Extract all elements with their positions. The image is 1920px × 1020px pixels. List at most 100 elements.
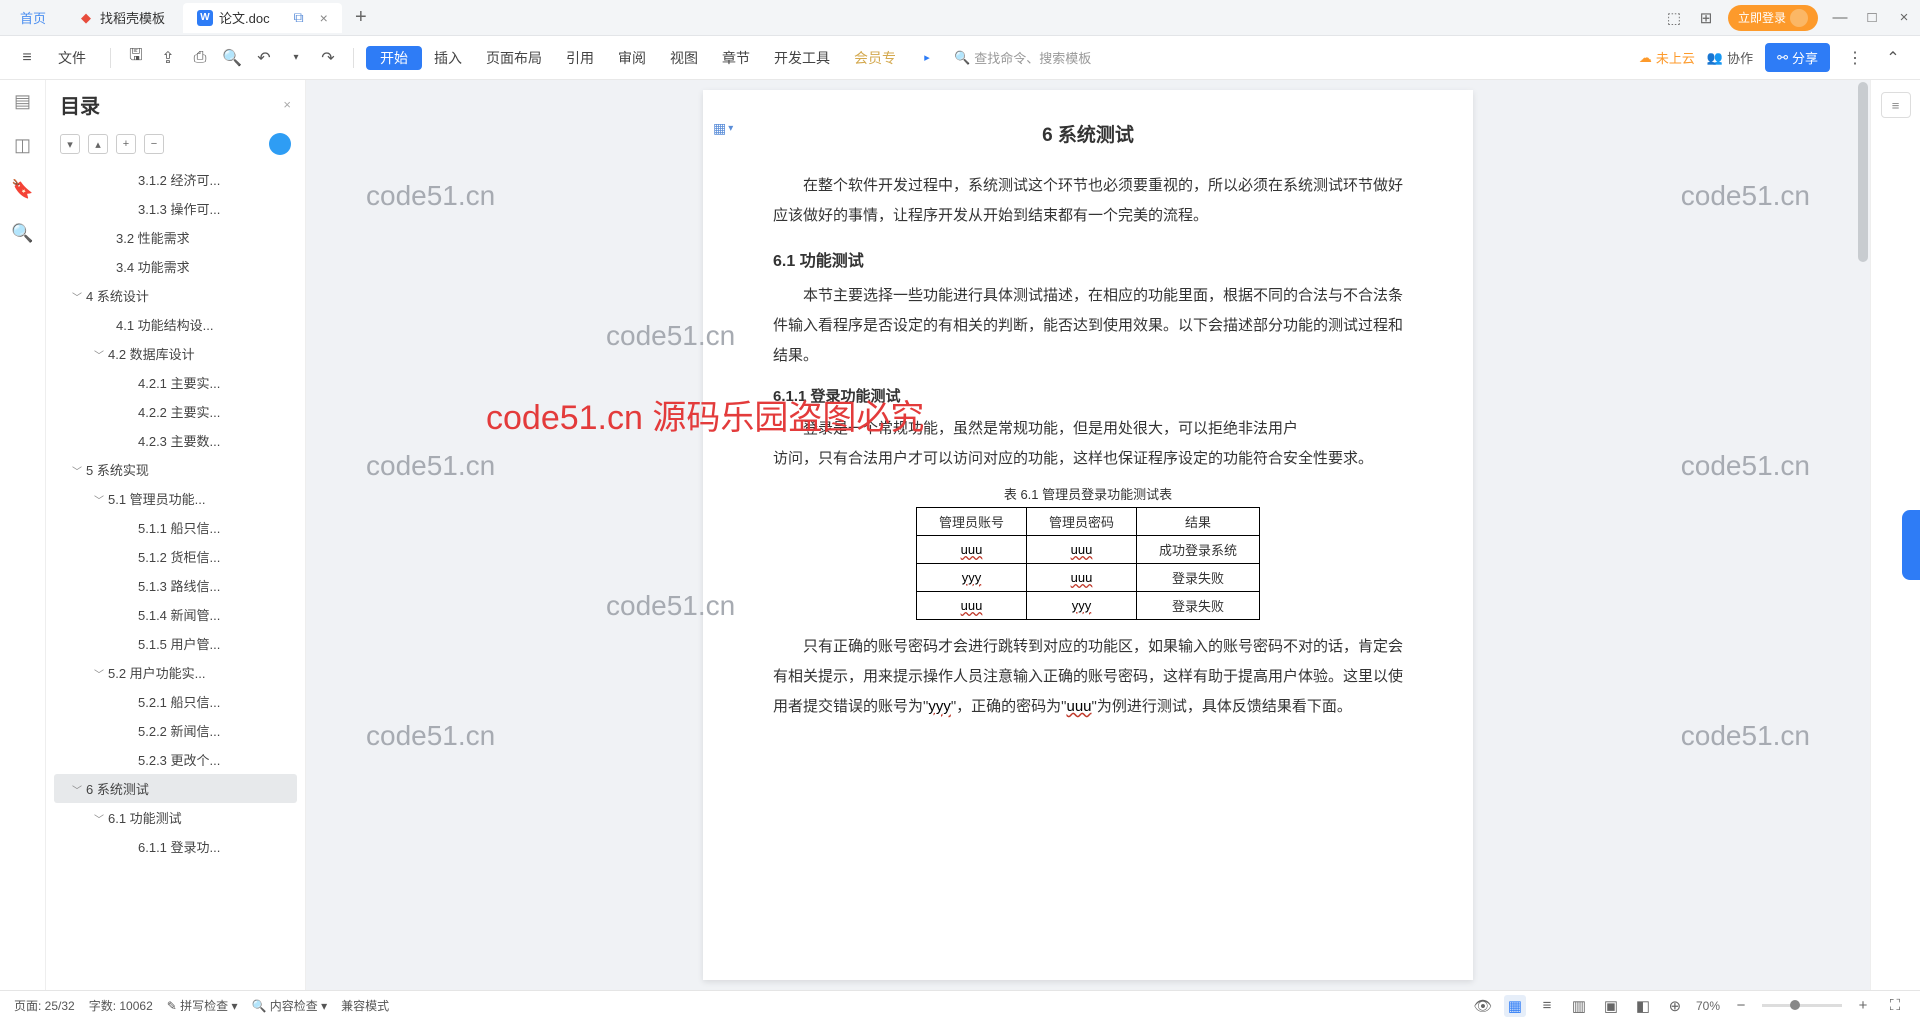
menu-章节[interactable]: 章节 [710, 50, 762, 66]
zoom-out-icon[interactable]: − [1730, 995, 1752, 1017]
tree-item[interactable]: 5.1.4 新闻管... [54, 600, 297, 629]
panel-toggle-icon[interactable]: ≡ [1881, 92, 1911, 118]
preview-icon[interactable]: 🔍 [219, 45, 245, 71]
minimize-icon[interactable]: — [1830, 8, 1850, 28]
tree-item[interactable]: 4.2.1 主要实... [54, 368, 297, 397]
close-window-icon[interactable]: × [1894, 8, 1914, 28]
collab-button[interactable]: 👥协作 [1707, 48, 1753, 67]
file-menu[interactable]: 文件 [46, 48, 98, 68]
add-tab-button[interactable]: + [346, 6, 376, 29]
tree-item[interactable]: ﹀4.2 数据库设计 [54, 339, 297, 368]
expand-icon[interactable]: ⌃ [1880, 45, 1906, 71]
tree-item[interactable]: 6.1.1 登录功... [54, 832, 297, 861]
menu-icon[interactable]: ≡ [14, 45, 40, 71]
fullscreen-icon[interactable]: ⛶ [1884, 995, 1906, 1017]
tab-template[interactable]: ◆ 找稻壳模板 [64, 3, 179, 33]
tree-item[interactable]: ﹀5.1 管理员功能... [54, 484, 297, 513]
cloud-button[interactable]: ☁未上云 [1639, 48, 1695, 67]
tree-item[interactable]: 5.2.2 新闻信... [54, 716, 297, 745]
undo-icon[interactable]: ↶ [251, 45, 277, 71]
ai-icon[interactable] [269, 133, 291, 155]
object-icon[interactable]: ◫ [12, 134, 34, 156]
apps-icon[interactable]: ⊞ [1696, 8, 1716, 28]
more-menu-icon[interactable]: ▸ [914, 45, 940, 71]
view-print-icon[interactable]: ◧ [1632, 995, 1654, 1017]
test-table: 管理员账号管理员密码结果uuuuuu成功登录系统yyyuuu登录失败uuuyyy… [916, 507, 1260, 620]
document-area[interactable]: code51.cn code51.cn code51.cn code51.cn … [306, 80, 1870, 990]
tree-item[interactable]: 5.2.1 船只信... [54, 687, 297, 716]
more-icon[interactable]: ⋮ [1842, 45, 1868, 71]
menu-开发工具[interactable]: 开发工具 [762, 50, 842, 66]
tab-document[interactable]: W 论文.doc ⧉ × [183, 3, 342, 33]
export-icon[interactable]: ⇪ [155, 45, 181, 71]
outline-panel: 目录 × ▾ ▴ + − 3.1.2 经济可...3.1.3 操作可...3.2… [46, 80, 306, 990]
spellcheck-button[interactable]: ✎ 拼写检查 ▾ [167, 997, 238, 1014]
undo-dropdown-icon[interactable]: ▾ [283, 45, 309, 71]
view-page-icon[interactable]: ▦ [1504, 995, 1526, 1017]
compat-mode[interactable]: 兼容模式 [341, 997, 389, 1014]
collab-icon: 👥 [1707, 50, 1723, 66]
menu-会员专[interactable]: 会员专 [842, 50, 908, 66]
tree-item[interactable]: 4.2.3 主要数... [54, 426, 297, 455]
view-outline-icon[interactable]: ≡ [1536, 995, 1558, 1017]
remove-heading-icon[interactable]: − [144, 134, 164, 154]
tree-item[interactable]: 4.1 功能结构设... [54, 310, 297, 339]
eye-icon[interactable]: 👁 [1472, 995, 1494, 1017]
zoom-slider[interactable] [1762, 1004, 1842, 1007]
collapse-all-icon[interactable]: ▾ [60, 134, 80, 154]
tree-item[interactable]: ﹀5 系统实现 [54, 455, 297, 484]
tree-item[interactable]: 5.2.3 更改个... [54, 745, 297, 774]
close-outline-icon[interactable]: × [283, 97, 291, 112]
tree-item[interactable]: 3.4 功能需求 [54, 252, 297, 281]
share-button[interactable]: ⚯分享 [1765, 43, 1830, 72]
menu-视图[interactable]: 视图 [658, 50, 710, 66]
outline-icon[interactable]: ▤ [12, 90, 34, 112]
add-heading-icon[interactable]: + [116, 134, 136, 154]
maximize-icon[interactable]: □ [1862, 8, 1882, 28]
tree-item[interactable]: ﹀6 系统测试 [54, 774, 297, 803]
layout-icon[interactable]: ⬚ [1664, 8, 1684, 28]
tab-home[interactable]: 首页 [6, 3, 60, 33]
tree-item[interactable]: 5.1.5 用户管... [54, 629, 297, 658]
print-icon[interactable]: ⎙ [187, 45, 213, 71]
menu-审阅[interactable]: 审阅 [606, 50, 658, 66]
page-action-icon[interactable]: ▦ ▾ [713, 120, 733, 137]
tree-item[interactable]: 3.1.3 操作可... [54, 194, 297, 223]
login-button[interactable]: 立即登录 [1728, 5, 1818, 31]
content-check-button[interactable]: 🔍 内容检查 ▾ [252, 997, 328, 1014]
tree-item[interactable]: 5.1.2 货柜信... [54, 542, 297, 571]
menu-引用[interactable]: 引用 [554, 50, 606, 66]
view-web-icon[interactable]: ▥ [1568, 995, 1590, 1017]
scrollbar[interactable] [1856, 80, 1870, 990]
tree-item[interactable]: 5.1.3 路线信... [54, 571, 297, 600]
save-icon[interactable]: 🖫 [123, 45, 149, 71]
redo-icon[interactable]: ↷ [315, 45, 341, 71]
tree-item[interactable]: ﹀6.1 功能测试 [54, 803, 297, 832]
tree-item[interactable]: 3.2 性能需求 [54, 223, 297, 252]
menu-开始[interactable]: 开始 [366, 46, 422, 70]
search-box[interactable]: 🔍 查找命令、搜索模板 [954, 48, 1091, 67]
expand-all-icon[interactable]: ▴ [88, 134, 108, 154]
tree-item[interactable]: 5.1.1 船只信... [54, 513, 297, 542]
menu-插入[interactable]: 插入 [422, 50, 474, 66]
tree-item[interactable]: ﹀5.2 用户功能实... [54, 658, 297, 687]
paragraph: 本节主要选择一些功能进行具体测试描述，在相应的功能里面，根据不同的合法与不合法条… [773, 281, 1403, 371]
tree-item[interactable]: 4.2.2 主要实... [54, 397, 297, 426]
menu-页面布局[interactable]: 页面布局 [474, 50, 554, 66]
page-indicator[interactable]: 页面: 25/32 [14, 997, 75, 1014]
zoom-in-icon[interactable]: + [1852, 995, 1874, 1017]
tree-item[interactable]: 3.1.2 经济可... [54, 165, 297, 194]
zoom-level[interactable]: 70% [1696, 995, 1720, 1017]
zoom-fit-icon[interactable]: ⊕ [1664, 995, 1686, 1017]
popup-icon[interactable]: ⧉ [294, 9, 304, 26]
close-tab-icon[interactable]: × [320, 10, 328, 26]
word-count[interactable]: 字数: 10062 [89, 997, 153, 1014]
watermark: code51.cn [1681, 450, 1810, 482]
bookmark-icon[interactable]: 🔖 [12, 178, 34, 200]
view-read-icon[interactable]: ▣ [1600, 995, 1622, 1017]
outline-tools: ▾ ▴ + − [46, 129, 305, 163]
tree-item[interactable]: ﹀4 系统设计 [54, 281, 297, 310]
side-tab[interactable] [1902, 510, 1920, 580]
outline-tree: 3.1.2 经济可...3.1.3 操作可...3.2 性能需求3.4 功能需求… [46, 163, 305, 990]
find-icon[interactable]: 🔍 [12, 222, 34, 244]
